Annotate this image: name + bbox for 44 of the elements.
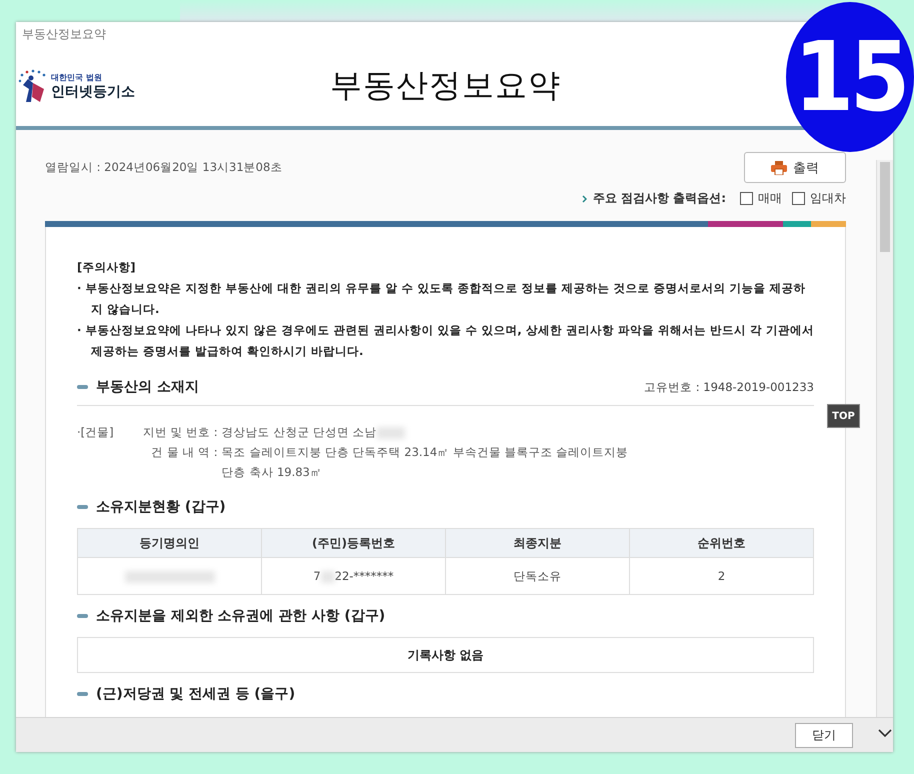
scrollbar[interactable]	[876, 160, 893, 717]
unique-number: 고유번호 : 1948-2019-001233	[644, 380, 814, 394]
column-header: 등기명의인	[78, 528, 262, 558]
notice-text: · 부동산정보요약은 지정한 부동산에 대한 권리의 유무를 알 수 있도록 종합적으로 정보를 제공하는 것으로 증명서로서의 기능을 제공하지 않습니다.	[77, 280, 806, 318]
section-title: 부동산의 소재지	[96, 378, 199, 396]
column-header: 순위번호	[630, 528, 814, 558]
section-bullet-icon	[77, 614, 88, 618]
printer-icon	[771, 160, 787, 174]
table-cell: 7 22-*******	[262, 558, 446, 594]
dancing-figure-logo-icon	[18, 69, 48, 103]
close-button[interactable]: 닫기	[795, 722, 853, 748]
section-title: 소유지분을 제외한 소유권에 관한 사항 (갑구)	[96, 607, 386, 625]
section-bullet-icon	[77, 505, 88, 509]
section-title: 소유지분현황 (갑구)	[96, 498, 226, 516]
table-cell: 단독소유	[446, 558, 630, 594]
section-bullet-icon	[77, 692, 88, 696]
notice-heading: [주의사항]	[77, 259, 137, 276]
page-title: 부동산정보요약	[330, 65, 561, 106]
column-header: 최종지분	[446, 528, 630, 558]
print-button[interactable]: 출력	[744, 152, 846, 183]
window-title: 부동산정보요약	[22, 26, 106, 42]
top-button[interactable]: TOP	[827, 404, 860, 428]
checkbox-label: 임대차	[810, 190, 846, 207]
field-value: 목조 슬레이트지붕 단층 단독주택 23.14㎡ 부속건물 블록구조 슬레이트지붕 단층 축사 19.83㎡	[222, 444, 630, 481]
field-label: 건 물 내 역 :	[150, 444, 218, 461]
checkbox[interactable]	[740, 192, 753, 205]
logo-name: 인터넷등기소	[51, 82, 135, 100]
chevron-down-icon	[878, 729, 892, 738]
notice-text: · 부동산정보요약에 나타나 있지 않은 경우에도 관련된 권리사항이 있을 수 있으며, 상세한 권리사항 파악을 위해서는 반드시 각 기관에서 제공하는 증명서를 발급하여 확인하시기 바랍니다.	[77, 322, 814, 360]
section-bullet-icon	[77, 385, 88, 389]
field-value: 경상남도 산청군 단성면 소남	[222, 422, 642, 442]
table-cell: 2	[630, 558, 814, 594]
field-label: 지번 및 번호 :	[142, 424, 218, 441]
building-tag: ·[건물]	[77, 422, 114, 482]
section-title: (근)저당권 및 전세권 등 (을구)	[96, 685, 296, 703]
checkbox[interactable]	[792, 192, 805, 205]
print-options-label: 주요 점검사항 출력옵션:	[592, 190, 726, 207]
column-header: (주민)등록번호	[262, 528, 446, 558]
empty-record-box: 기록사항 없음	[77, 637, 814, 673]
logo-subtitle: 대한민국 법원	[51, 72, 103, 82]
scrollbar-thumb[interactable]	[880, 162, 890, 252]
checkbox-label: 매매	[758, 190, 782, 207]
viewed-date: 열람일시 : 2024년06월20일 13시31분08초	[45, 160, 282, 175]
chevron-icon	[582, 194, 587, 202]
